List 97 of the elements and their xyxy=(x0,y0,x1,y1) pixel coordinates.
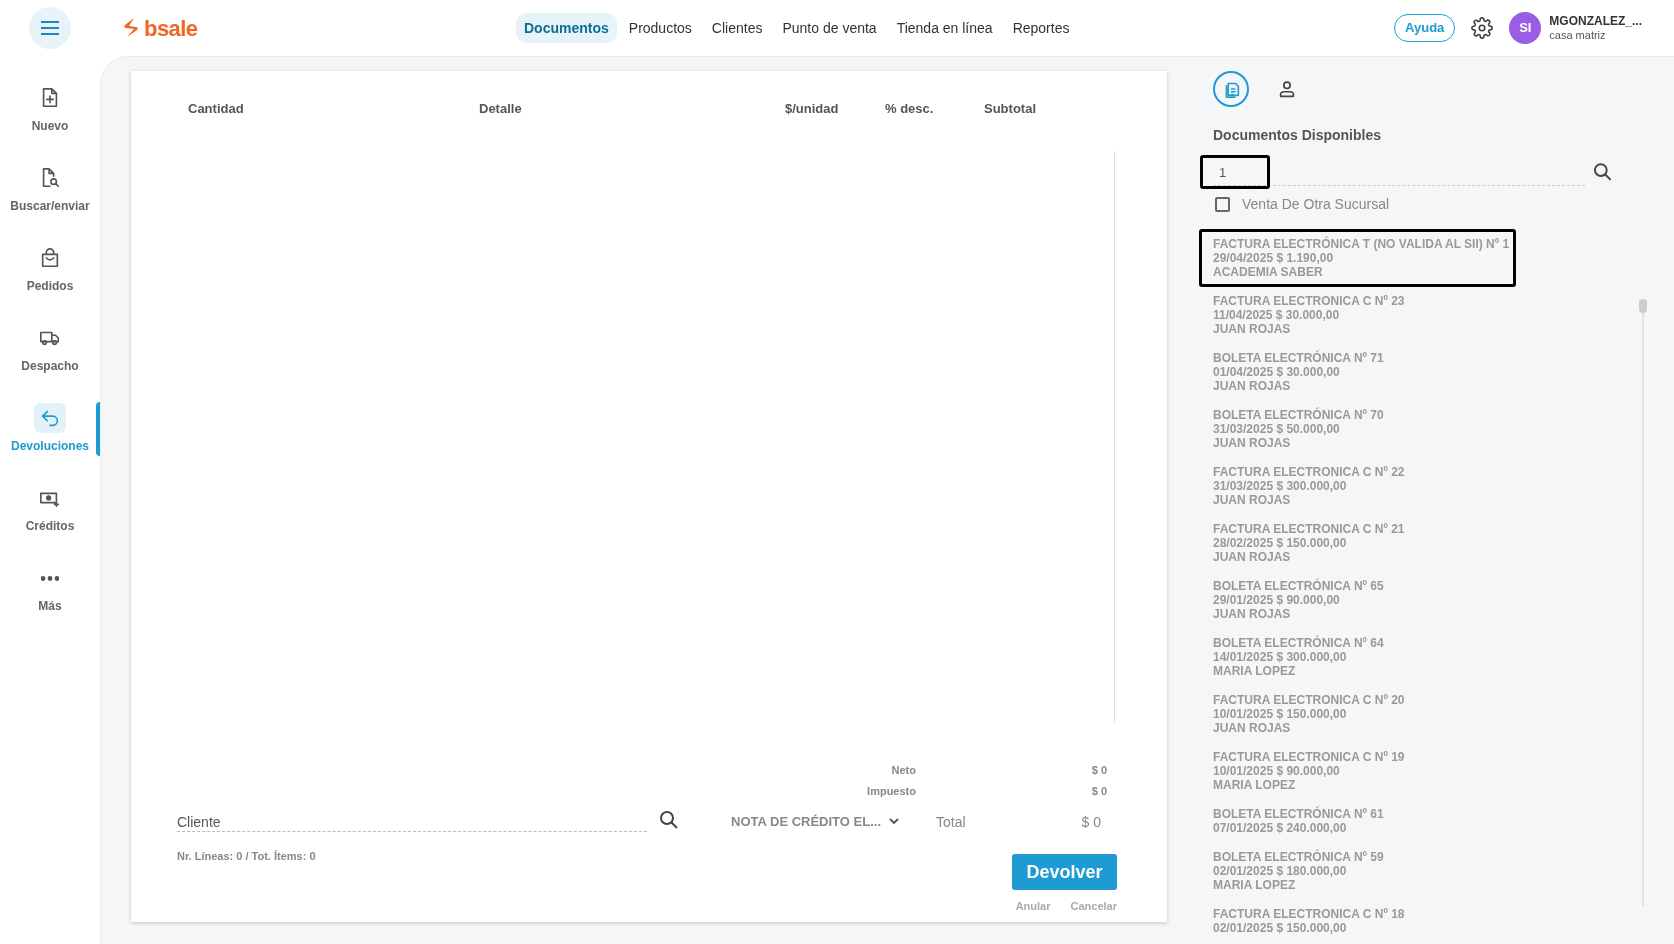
document-item[interactable]: BOLETA ELECTRÓNICA Nº 70 31/03/2025 $ 50.000,00 JUAN ROJAS xyxy=(1213,408,1384,450)
client-name: MARIA LOPEZ xyxy=(1213,878,1297,892)
sidebar-item[interactable]: Créditos xyxy=(0,478,100,540)
document-title: FACTURA ELECTRONICA C Nº 22 xyxy=(1213,465,1405,479)
menu-icon xyxy=(40,20,60,36)
document-item[interactable]: BOLETA ELECTRÓNICA Nº 71 01/04/2025 $ 30.000,00 JUAN ROJAS xyxy=(1213,351,1384,393)
sidebar-icon xyxy=(39,247,61,269)
action-link[interactable]: Anular xyxy=(1015,898,1051,915)
nav-tab[interactable]: Punto de venta xyxy=(774,13,885,43)
search-icon[interactable] xyxy=(659,810,679,830)
client-name: MARIA LOPEZ xyxy=(1213,778,1297,792)
total-label: Impuesto xyxy=(866,783,916,799)
document-detail: 10/01/2025 $ 90.000,00 xyxy=(1213,764,1341,778)
chevron-down-icon xyxy=(889,818,899,826)
total-label: Neto xyxy=(890,763,916,778)
document-search-field[interactable]: 1 xyxy=(1200,155,1270,189)
branch-name: casa matriz xyxy=(1549,28,1607,43)
client-name: JUAN ROJAS xyxy=(1213,379,1292,393)
document-detail: 01/04/2025 $ 30.000,00 xyxy=(1213,365,1341,379)
line-count: Nr. Líneas: 0 / Tot. Ítems: 0 xyxy=(177,849,316,864)
document-title: FACTURA ELECTRONICA C Nº 18 xyxy=(1213,907,1405,921)
document-title: FACTURA ELECTRONICA C Nº 19 xyxy=(1213,750,1405,764)
sidebar-icon xyxy=(41,575,59,581)
document-item[interactable]: FACTURA ELECTRONICA C Nº 18 02/01/2025 $ 150.000,00 xyxy=(1213,907,1405,935)
document-item[interactable]: BOLETA ELECTRÓNICA Nº 61 07/01/2025 $ 240.000,00 xyxy=(1213,807,1384,835)
action-link[interactable]: Cancelar xyxy=(1070,898,1117,915)
user-avatar[interactable]: SI xyxy=(1509,12,1542,44)
document-detail: 31/03/2025 $ 300.000,00 xyxy=(1213,479,1348,493)
client-name: JUAN ROJAS xyxy=(1213,493,1292,507)
document-title: BOLETA ELECTRÓNICA Nº 59 xyxy=(1213,850,1384,864)
document-title: BOLETA ELECTRÓNICA Nº 64 xyxy=(1213,636,1384,650)
logo-text: bsale xyxy=(144,14,198,43)
document-detail: 29/04/2025 $ 1.190,00 xyxy=(1213,251,1335,265)
document-item[interactable]: BOLETA ELECTRÓNICA Nº 65 29/01/2025 $ 90.000,00 JUAN ROJAS xyxy=(1213,579,1384,621)
search-icon[interactable] xyxy=(1593,162,1613,182)
checkbox-label: Venta De Otra Sucursal xyxy=(1242,195,1390,214)
nav-tab[interactable]: Tienda en línea xyxy=(888,13,1001,43)
client-name: JUAN ROJAS xyxy=(1213,607,1292,621)
menu-button[interactable] xyxy=(29,7,71,49)
document-item[interactable]: FACTURA ELECTRONICA C Nº 22 31/03/2025 $ 300.000,00 JUAN ROJAS xyxy=(1213,465,1405,507)
document-detail: 29/01/2025 $ 90.000,00 xyxy=(1213,593,1341,607)
client-name: ACADEMIA SABER xyxy=(1213,265,1324,279)
nav-tab[interactable]: Documentos xyxy=(516,13,617,43)
client-name: MARIA LOPEZ xyxy=(1213,664,1297,678)
document-type-dropdown[interactable]: NOTA DE CRÉDITO EL... xyxy=(731,812,899,832)
document-detail: 02/01/2025 $ 150.000,00 xyxy=(1213,921,1348,935)
document-detail: 10/01/2025 $ 150.000,00 xyxy=(1213,707,1348,721)
nav-tab[interactable]: Reportes xyxy=(1004,13,1078,43)
document-detail: 31/03/2025 $ 50.000,00 xyxy=(1213,422,1341,436)
settings-icon[interactable] xyxy=(1471,17,1494,39)
document-detail: 07/01/2025 $ 240.000,00 xyxy=(1213,821,1348,835)
return-button[interactable]: Devolver xyxy=(1012,854,1117,890)
document-title: FACTURA ELECTRONICA C Nº 21 xyxy=(1213,522,1405,536)
column-header: Cantidad xyxy=(188,100,244,118)
document-title: FACTURA ELECTRONICA C Nº 23 xyxy=(1213,294,1405,308)
document-title: BOLETA ELECTRÓNICA Nº 65 xyxy=(1213,579,1384,593)
sidebar-item[interactable]: Más xyxy=(0,558,100,620)
nav-tab[interactable]: Clientes xyxy=(703,13,771,43)
document-detail: 14/01/2025 $ 300.000,00 xyxy=(1213,650,1348,664)
document-title: FACTURA ELECTRONICA C Nº 20 xyxy=(1213,693,1405,707)
logo-icon xyxy=(122,17,140,39)
document-detail: 28/02/2025 $ 150.000,00 xyxy=(1213,536,1348,550)
column-header: $/unidad xyxy=(785,100,839,118)
user-name: MGONZALEZ_... xyxy=(1549,13,1642,29)
sidebar-item[interactable]: Despacho xyxy=(0,318,100,380)
document-item[interactable]: BOLETA ELECTRÓNICA Nº 64 14/01/2025 $ 300.000,00 MARIA LOPEZ xyxy=(1213,636,1384,678)
document-item[interactable]: BOLETA ELECTRÓNICA Nº 59 02/01/2025 $ 180.000,00 MARIA LOPEZ xyxy=(1213,850,1384,892)
document-item[interactable]: FACTURA ELECTRONICA C Nº 20 10/01/2025 $ 150.000,00 JUAN ROJAS xyxy=(1213,693,1405,735)
client-field[interactable]: Cliente xyxy=(177,808,647,832)
client-name: JUAN ROJAS xyxy=(1213,322,1292,336)
document-title: BOLETA ELECTRÓNICA Nº 71 xyxy=(1213,351,1384,365)
document-title: FACTURA ELECTRÓNICA T (NO VALIDA AL SII) Nº 1 xyxy=(1213,237,1510,251)
document-item[interactable]: FACTURA ELECTRONICA C Nº 21 28/02/2025 $ 150.000,00 JUAN ROJAS xyxy=(1213,522,1405,564)
sidebar-item[interactable]: Devoluciones xyxy=(0,398,100,460)
column-header: Subtotal xyxy=(984,100,1036,118)
total-value: $ 0 xyxy=(1081,813,1101,832)
column-header: % desc. xyxy=(885,100,934,118)
client-name: JUAN ROJAS xyxy=(1213,550,1292,564)
document-item[interactable]: FACTURA ELECTRONICA C Nº 19 10/01/2025 $ 90.000,00 MARIA LOPEZ xyxy=(1213,750,1405,792)
document-detail: 02/01/2025 $ 180.000,00 xyxy=(1213,864,1348,878)
sidebar-item[interactable]: Nuevo xyxy=(0,78,100,140)
total-value: $ 0 xyxy=(1091,763,1107,778)
total-label: Total xyxy=(936,813,966,832)
document-detail: 11/04/2025 $ 30.000,00 xyxy=(1213,308,1341,322)
nav-tab[interactable]: Productos xyxy=(620,13,700,43)
document-item[interactable]: FACTURA ELECTRONICA C Nº 23 11/04/2025 $ 30.000,00 JUAN ROJAS xyxy=(1213,294,1405,336)
document-title: BOLETA ELECTRÓNICA Nº 61 xyxy=(1213,807,1384,821)
document-item[interactable]: FACTURA ELECTRÓNICA T (NO VALIDA AL SII) Nº 1 29/04/2025 $ 1.190,00 ACADEMIA SABER xyxy=(1199,229,1517,287)
panel-title: Documentos Disponibles xyxy=(1213,126,1383,145)
total-value: $ 0 xyxy=(1091,783,1107,799)
checkbox[interactable] xyxy=(1215,197,1230,212)
client-name: JUAN ROJAS xyxy=(1213,436,1292,450)
sidebar-item[interactable]: Buscar/enviar xyxy=(0,158,100,220)
sidebar-item[interactable]: Pedidos xyxy=(0,238,100,300)
column-header: Detalle xyxy=(479,100,522,118)
client-name: JUAN ROJAS xyxy=(1213,721,1292,735)
document-title: BOLETA ELECTRÓNICA Nº 70 xyxy=(1213,408,1384,422)
